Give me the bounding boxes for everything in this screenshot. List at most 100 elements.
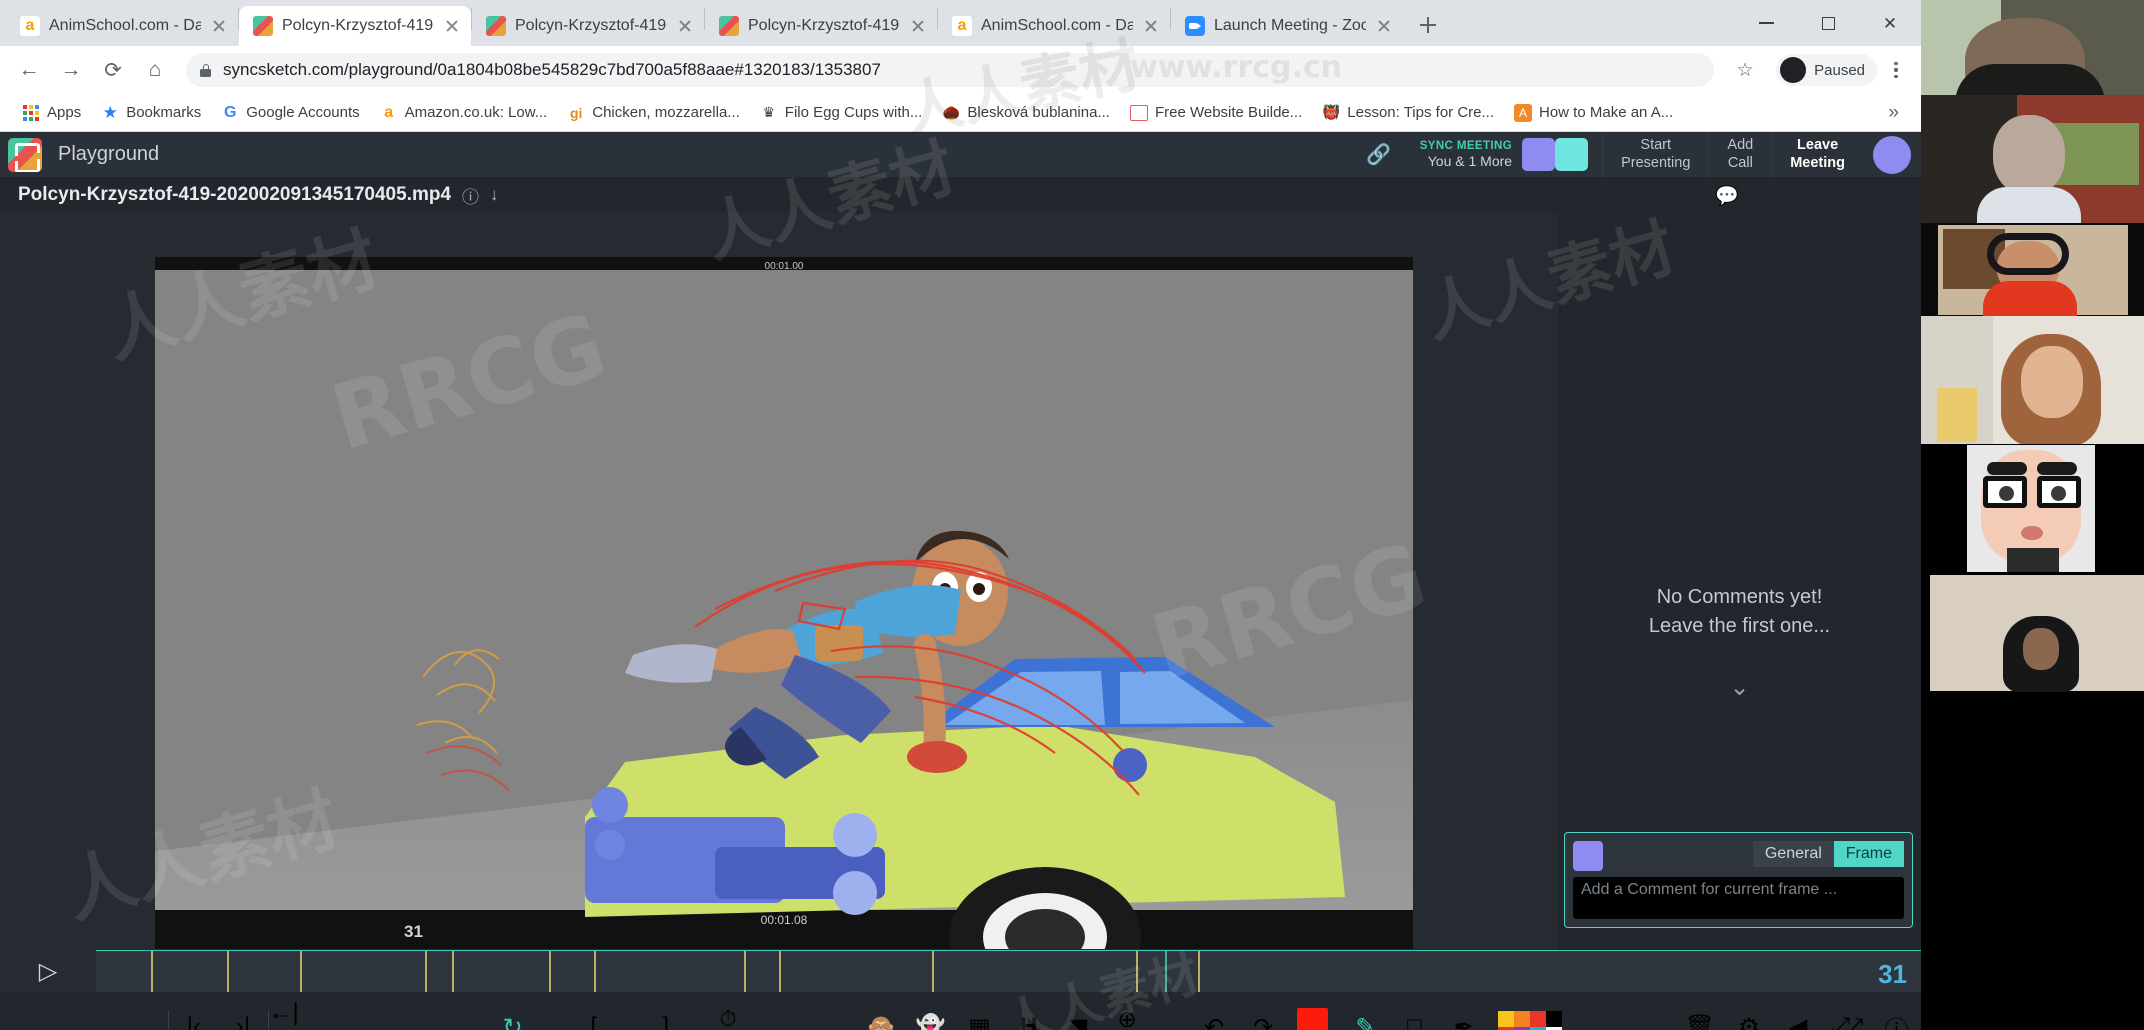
- minimize-icon[interactable]: [1735, 0, 1797, 46]
- bookmark-how-to-make[interactable]: A How to Make an A...: [1504, 99, 1683, 127]
- sync-meeting-status[interactable]: SYNC MEETING You & 1 More: [1406, 132, 1602, 177]
- comment-input[interactable]: Add a Comment for current frame ...: [1573, 877, 1904, 919]
- browser-tab-1[interactable]: Polcyn-Krzysztof-419-202002: [239, 6, 471, 46]
- fullscreen-icon[interactable]: ⤢⤤: [1823, 996, 1872, 1030]
- participant-tile-4[interactable]: [1921, 316, 2144, 444]
- go-to-start-icon[interactable]: |‹: [169, 996, 218, 1030]
- profile-chip[interactable]: Paused: [1776, 54, 1877, 86]
- fps-icon[interactable]: ⏱ 24fps: [703, 996, 752, 1030]
- address-bar[interactable]: syncsketch.com/playground/0a1804b08be545…: [186, 53, 1715, 87]
- loop-icon[interactable]: ↻: [488, 996, 537, 1030]
- timeline-marker[interactable]: [424, 951, 427, 992]
- browser-tab-0[interactable]: a AnimSchool.com - Dashboar: [6, 6, 238, 46]
- bookmark-free-website-builder[interactable]: Free Website Builde...: [1120, 99, 1312, 127]
- color-swatch[interactable]: [1513, 1011, 1530, 1027]
- timeline-marker[interactable]: [451, 951, 454, 992]
- syncsketch-logo-icon[interactable]: [8, 137, 42, 172]
- pencil-icon[interactable]: ✎: [1341, 996, 1390, 1030]
- color-palette-icon[interactable]: [1497, 1011, 1562, 1030]
- home-icon[interactable]: ⌂: [136, 51, 174, 89]
- volume-icon[interactable]: ◀: [1774, 996, 1823, 1030]
- leave-meeting-button[interactable]: Leave Meeting: [1771, 132, 1863, 177]
- trash-icon[interactable]: 🗑: [1675, 996, 1724, 1030]
- close-icon[interactable]: [909, 17, 927, 35]
- current-color-swatch[interactable]: [1297, 1008, 1328, 1030]
- play-icon[interactable]: ▷: [0, 950, 96, 992]
- share-link-icon[interactable]: 🔗: [1352, 132, 1406, 177]
- close-icon[interactable]: [443, 17, 461, 35]
- timeline-marker[interactable]: [548, 951, 551, 992]
- tab-frame[interactable]: Frame: [1833, 841, 1904, 867]
- close-icon[interactable]: [210, 17, 228, 35]
- new-tab-button[interactable]: [1411, 8, 1445, 42]
- redo-icon[interactable]: ↷: [1239, 996, 1288, 1030]
- close-icon[interactable]: [1142, 17, 1160, 35]
- settings-gear-icon[interactable]: ⚙: [1724, 996, 1773, 1030]
- participant-tile-1[interactable]: [1921, 0, 2144, 95]
- close-icon[interactable]: ✕: [1859, 0, 1921, 46]
- video-stage[interactable]: 00:01.00 00:01.08: [0, 213, 1558, 950]
- bookmark-bookmarks[interactable]: ★ Bookmarks: [91, 99, 211, 127]
- marker-icon[interactable]: ✒: [1439, 996, 1488, 1030]
- timeline-marker[interactable]: [594, 951, 597, 992]
- grid-overlay-icon[interactable]: ▦: [955, 996, 1004, 1030]
- back-arrow-icon[interactable]: ←: [10, 51, 48, 89]
- timeline-marker[interactable]: [150, 951, 153, 992]
- bookmark-filo-egg-cups[interactable]: ♛ Filo Egg Cups with...: [750, 99, 933, 127]
- reload-icon[interactable]: ⟳: [94, 51, 132, 89]
- forward-arrow-icon[interactable]: →: [52, 51, 90, 89]
- close-icon[interactable]: [1375, 17, 1393, 35]
- download-icon[interactable]: ↓: [490, 185, 499, 205]
- help-icon[interactable]: ⓘ: [1872, 996, 1921, 1030]
- in-point-icon[interactable]: [: [569, 996, 618, 1030]
- timeline-marker[interactable]: [1198, 951, 1201, 992]
- timeline-marker[interactable]: [1136, 951, 1139, 992]
- out-point-icon[interactable]: ]: [641, 996, 690, 1030]
- timeline-marker[interactable]: [743, 951, 746, 992]
- hide-annotations-icon[interactable]: 🙈: [857, 996, 906, 1030]
- undo-icon[interactable]: ↶: [1190, 996, 1239, 1030]
- color-swatch[interactable]: [1545, 1011, 1562, 1027]
- info-icon[interactable]: ⓘ: [462, 183, 479, 208]
- eraser-icon[interactable]: □: [1390, 996, 1439, 1030]
- step-frames-icon[interactable]: ←|→: [269, 996, 318, 1030]
- timeline-track[interactable]: 31: [96, 950, 1921, 992]
- browser-tab-5[interactable]: Launch Meeting - Zoom: [1171, 6, 1403, 46]
- participant-tile-7[interactable]: [1921, 700, 2144, 1030]
- tab-general[interactable]: General: [1752, 841, 1834, 867]
- timeline[interactable]: ▷ 31: [0, 950, 1921, 992]
- timeline-marker[interactable]: [300, 951, 303, 992]
- video-player[interactable]: 00:01.00 00:01.08: [155, 257, 1413, 949]
- browser-menu-icon[interactable]: [1881, 51, 1911, 89]
- onion-skin-icon[interactable]: 👻: [906, 996, 955, 1030]
- bookmark-bleskova[interactable]: 🌰 Blesková bublanina...: [932, 99, 1120, 127]
- bookmark-chicken[interactable]: gi Chicken, mozzarella...: [557, 99, 750, 127]
- participant-tile-5[interactable]: [1921, 444, 2144, 572]
- chat-bubble-icon[interactable]: 💬: [1715, 184, 1739, 208]
- go-to-end-icon[interactable]: ›|: [218, 996, 267, 1030]
- participant-tile-6[interactable]: [1921, 572, 2144, 700]
- participant-tile-3[interactable]: [1921, 223, 2144, 316]
- zoom-fit-icon[interactable]: ⊕ Fit: [1103, 996, 1152, 1030]
- bookmark-amazon[interactable]: a Amazon.co.uk: Low...: [370, 99, 558, 127]
- flip-horizontal-icon[interactable]: ◥: [1053, 996, 1102, 1030]
- bookmark-google-accounts[interactable]: G Google Accounts: [211, 99, 369, 127]
- browser-tab-2[interactable]: Polcyn-Krzysztof-419-20200: [472, 6, 704, 46]
- start-presenting-button[interactable]: Start Presenting: [1602, 132, 1708, 177]
- bookmark-lesson-tips[interactable]: 👹 Lesson: Tips for Cre...: [1312, 99, 1504, 127]
- bookmark-star-icon[interactable]: ☆: [1726, 51, 1764, 89]
- guides-icon[interactable]: H: [1004, 996, 1053, 1030]
- browser-tab-3[interactable]: Polcyn-Krzysztof-419-20200: [705, 6, 937, 46]
- color-swatch[interactable]: [1529, 1011, 1546, 1027]
- browser-tab-4[interactable]: a AnimSchool.com - Dashboa: [938, 6, 1170, 46]
- timeline-marker[interactable]: [931, 951, 934, 992]
- participant-tile-2[interactable]: [1921, 95, 2144, 223]
- maximize-icon[interactable]: [1797, 0, 1859, 46]
- close-icon[interactable]: [676, 17, 694, 35]
- timeline-marker[interactable]: [227, 951, 230, 992]
- timeline-marker[interactable]: [1165, 951, 1168, 992]
- timeline-marker[interactable]: [778, 951, 781, 992]
- chevron-down-icon[interactable]: ⌄: [1558, 673, 1921, 702]
- bookmarks-overflow-button[interactable]: »: [1878, 102, 1909, 124]
- comment-composer[interactable]: General Frame Add a Comment for current …: [1564, 832, 1913, 928]
